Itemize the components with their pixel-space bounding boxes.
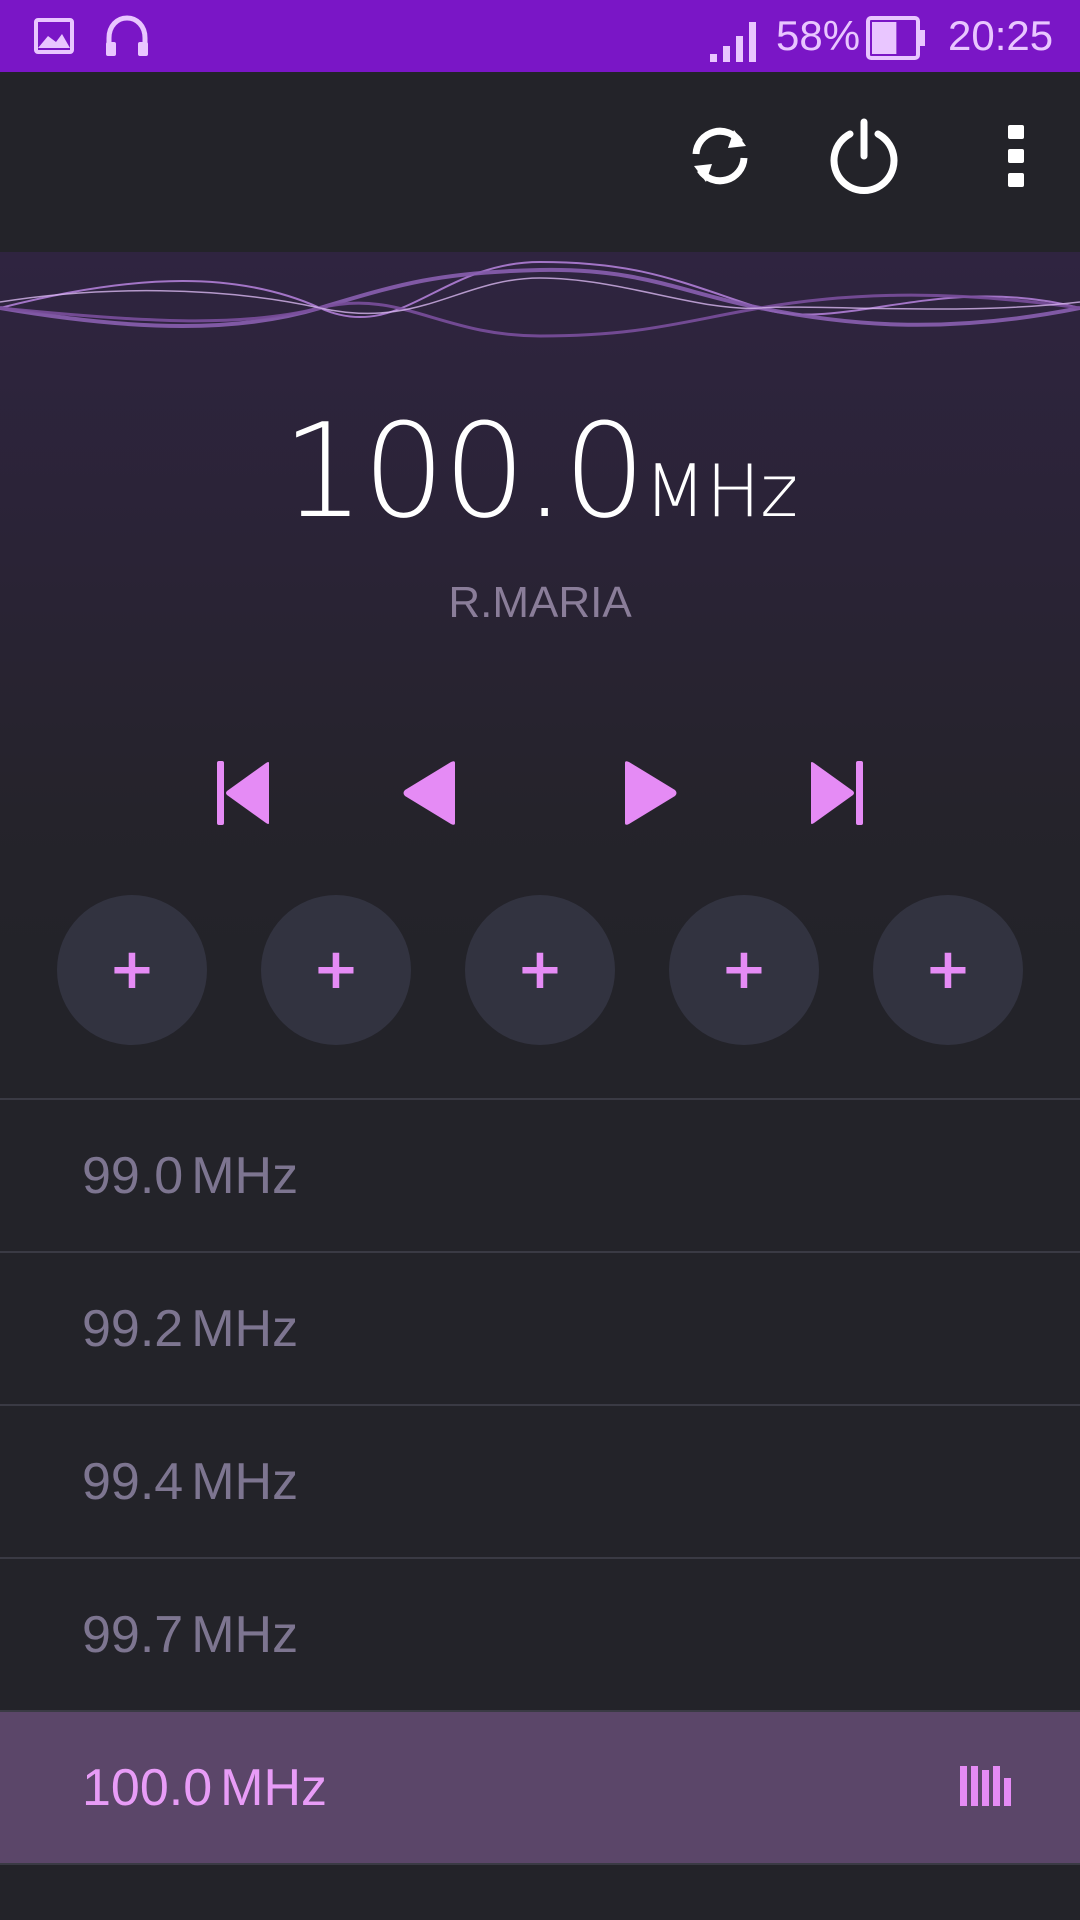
step-forward-button[interactable] <box>596 745 706 845</box>
add-icon: + <box>312 937 360 1002</box>
station-frequency: 99.2 MHz <box>82 1299 299 1358</box>
waveform-visual <box>0 260 1080 338</box>
station-row[interactable]: 99.4 MHz <box>0 1404 1080 1557</box>
signal-icon <box>708 18 764 66</box>
station-row-active[interactable]: 100.0 MHz <box>0 1710 1080 1863</box>
power-button[interactable] <box>814 108 914 208</box>
battery-icon <box>866 16 926 64</box>
step-back-icon <box>399 759 459 831</box>
station-frequency: 100.3MHz <box>82 1911 327 1920</box>
refresh-icon <box>684 120 756 196</box>
more-options-button[interactable] <box>966 108 1066 208</box>
headphones-icon <box>104 14 150 62</box>
image-icon <box>34 18 74 58</box>
current-frequency: 100.0MHz <box>0 395 1080 547</box>
seek-next-button[interactable] <box>782 745 892 845</box>
status-bar: 58% 20:25 <box>0 0 1080 72</box>
preset-slot-4[interactable]: + <box>669 895 819 1045</box>
preset-slots: + + + + + <box>0 895 1080 1047</box>
station-row[interactable]: 99.2 MHz <box>0 1251 1080 1404</box>
seek-previous-button[interactable] <box>188 745 298 845</box>
step-back-button[interactable] <box>374 745 484 845</box>
station-row[interactable]: 99.0 MHz <box>0 1098 1080 1251</box>
refresh-button[interactable] <box>670 108 770 208</box>
power-icon <box>826 116 902 200</box>
add-icon: + <box>108 937 156 1002</box>
add-icon: + <box>924 937 972 1002</box>
battery-percent: 58% <box>776 12 861 59</box>
status-time: 20:25 <box>948 12 1054 59</box>
station-frequency: 99.7 MHz <box>82 1605 299 1664</box>
station-frequency: 100.0 MHz <box>82 1758 328 1817</box>
station-list: 99.0 MHz 99.2 MHz 99.4 MHz 99.7 MHz 100.0 MHz… <box>0 1098 1080 1920</box>
toolbar <box>0 72 1080 252</box>
more-vert-icon <box>1006 123 1026 193</box>
station-row[interactable]: 100.3MHz <box>0 1863 1080 1920</box>
tuning-controls <box>0 745 1080 845</box>
station-frequency: 99.0 MHz <box>82 1146 299 1205</box>
skip-next-icon <box>807 759 867 831</box>
preset-slot-3[interactable]: + <box>465 895 615 1045</box>
now-playing-icon <box>958 1764 1018 1812</box>
preset-slot-5[interactable]: + <box>873 895 1023 1045</box>
add-icon: + <box>516 937 564 1002</box>
station-name: R.MARIA <box>448 578 632 627</box>
preset-slot-2[interactable]: + <box>261 895 411 1045</box>
frequency-unit: MHz <box>644 449 799 533</box>
frequency-value: 100.0 <box>281 395 646 547</box>
add-icon: + <box>720 937 768 1002</box>
preset-slot-1[interactable]: + <box>57 895 207 1045</box>
step-forward-icon <box>621 759 681 831</box>
station-row[interactable]: 99.7 MHz <box>0 1557 1080 1710</box>
skip-previous-icon <box>213 759 273 831</box>
station-frequency: 99.4 MHz <box>82 1452 299 1511</box>
